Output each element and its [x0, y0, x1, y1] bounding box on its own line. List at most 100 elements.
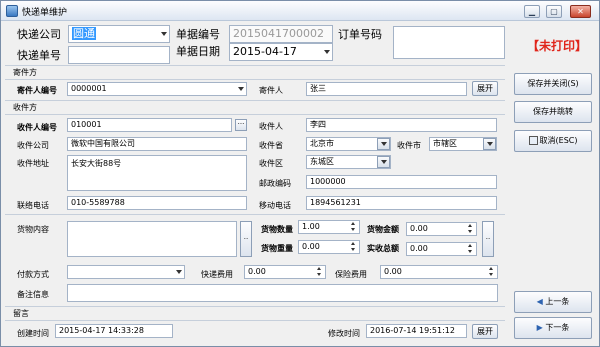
chevron-down-icon [381, 160, 387, 164]
remark-field[interactable] [67, 284, 498, 302]
payment-label: 付款方式 [17, 270, 49, 279]
doc-no-field: 2015041700002 [229, 25, 333, 43]
receiver-district-select[interactable]: 东城区 [306, 155, 391, 169]
receiver-province-value: 北京市 [310, 139, 334, 148]
sender-expand-button[interactable]: 展开 [472, 81, 498, 96]
sender-label: 寄件人 [259, 86, 283, 95]
receiver-no-label: 收件人编号 [17, 123, 57, 132]
goods-qty-value: 1.00 [302, 222, 320, 231]
cancel-button[interactable]: 取消(ESC) [514, 130, 592, 152]
district-dropdown-button[interactable] [377, 156, 390, 168]
message-expand-button[interactable]: 展开 [472, 324, 498, 339]
province-dropdown-button[interactable] [377, 138, 390, 150]
courier-company-value: 圆通 [72, 27, 96, 40]
actual-total-spinner[interactable]: 0.00 [406, 242, 477, 256]
goods-weight-value: 0.00 [302, 242, 320, 251]
goods-weight-spinner[interactable]: 0.00 [298, 240, 360, 254]
sender-field[interactable]: 张三 [306, 82, 467, 96]
modified-time-field: 2016-07-14 19:51:12 [366, 324, 467, 338]
chevron-down-icon [324, 50, 330, 54]
sender-no-select[interactable]: 0000001 [67, 82, 247, 96]
message-section-label: 留言 [13, 309, 29, 318]
created-time-label: 创建时间 [17, 329, 49, 338]
divider [5, 214, 505, 215]
receiver-address-label: 收件地址 [17, 159, 49, 168]
print-status-badge: 【未打印】 [527, 39, 588, 53]
order-no-field[interactable] [393, 26, 505, 59]
goods-content-field[interactable] [67, 221, 237, 257]
spinner-arrows-icon[interactable] [487, 266, 496, 278]
divider [5, 79, 505, 80]
save-jump-button[interactable]: 保存并跳转 [514, 101, 592, 123]
sender-no-label: 寄件人编号 [17, 86, 57, 95]
title-bar[interactable]: 快递单维护 ▁ ▢ ✕ [1, 1, 599, 21]
receiver-district-value: 东城区 [310, 157, 334, 166]
receiver-section-label: 收件方 [13, 103, 37, 112]
goods-amount-spinner[interactable]: 0.00 [406, 222, 477, 236]
receiver-city-value: 市辖区 [433, 139, 457, 148]
receiver-phone-label: 联络电话 [17, 201, 49, 210]
goods-amount-label: 货物金额 [367, 225, 399, 234]
receiver-city-select[interactable]: 市辖区 [429, 137, 497, 151]
goods-amount-value: 0.00 [410, 224, 428, 233]
receiver-province-select[interactable]: 北京市 [306, 137, 391, 151]
prev-record-label: 上一条 [545, 297, 570, 306]
actual-total-value: 0.00 [410, 244, 428, 253]
minimize-button[interactable]: ▁ [524, 5, 540, 18]
created-time-field: 2015-04-17 14:33:28 [55, 324, 173, 338]
spinner-arrows-icon[interactable] [466, 223, 475, 235]
arrow-left-icon: ◀ [536, 297, 543, 306]
spinner-arrows-icon[interactable] [349, 221, 358, 233]
divider [5, 100, 505, 101]
receiver-mobile-field[interactable]: 1894561231 [306, 196, 497, 210]
receiver-company-field[interactable]: 微软中国有限公司 [67, 137, 247, 151]
divider [5, 320, 505, 321]
city-dropdown-button[interactable] [483, 138, 496, 150]
receiver-postcode-field[interactable]: 1000000 [306, 175, 497, 189]
receiver-district-label: 收件区 [259, 159, 283, 168]
insurance-spinner[interactable]: 0.00 [380, 265, 498, 279]
fee-spinner[interactable]: 0.00 [244, 265, 326, 279]
payment-select[interactable] [67, 265, 185, 279]
receiver-lookup-button[interactable]: ··· [235, 119, 247, 131]
next-record-button[interactable]: ▶ 下一条 [514, 317, 592, 339]
doc-date-picker[interactable]: 2015-04-17 [229, 43, 333, 61]
doc-date-label: 单据日期 [176, 45, 220, 58]
close-button[interactable]: ✕ [570, 5, 591, 18]
chevron-down-icon [381, 142, 387, 146]
fee-value: 0.00 [248, 267, 266, 276]
insurance-label: 保险费用 [335, 270, 367, 279]
receiver-mobile-label: 移动电话 [259, 201, 291, 210]
goods-qty-label: 货物数量 [261, 225, 293, 234]
waybill-no-label: 快递单号 [17, 49, 61, 62]
receiver-phone-field[interactable]: 010-5589788 [67, 196, 247, 210]
maximize-button[interactable]: ▢ [546, 5, 562, 18]
receiver-field[interactable]: 李四 [306, 118, 497, 132]
spinner-arrows-icon[interactable] [349, 241, 358, 253]
waybill-no-field[interactable] [68, 46, 170, 64]
goods-content-more-button[interactable]: ·· [240, 221, 252, 257]
prev-record-button[interactable]: ◀ 上一条 [514, 291, 592, 313]
divider [5, 65, 505, 66]
spinner-arrows-icon[interactable] [315, 266, 324, 278]
doc-no-label: 单据编号 [176, 28, 220, 41]
goods-qty-spinner[interactable]: 1.00 [298, 220, 360, 234]
chevron-down-icon [176, 270, 182, 274]
receiver-province-label: 收件省 [259, 141, 283, 150]
next-record-label: 下一条 [545, 323, 570, 332]
receiver-no-field[interactable]: 010001 [67, 118, 232, 132]
modified-time-label: 修改时间 [328, 329, 360, 338]
goods-extra-more-button[interactable]: ·· [482, 221, 494, 257]
save-close-button[interactable]: 保存并关闭(S) [514, 73, 592, 95]
goods-weight-label: 货物重量 [261, 244, 293, 253]
divider [5, 306, 505, 307]
receiver-address-field[interactable]: 长安大街88号 [67, 155, 247, 191]
sender-no-value: 0000001 [71, 84, 107, 93]
window-title: 快递单维护 [22, 8, 68, 18]
chevron-down-icon [487, 142, 493, 146]
spinner-arrows-icon[interactable] [466, 243, 475, 255]
courier-company-select[interactable]: 圆通 [68, 25, 170, 43]
actual-total-label: 实收总额 [367, 244, 399, 253]
receiver-postcode-label: 邮政编码 [259, 179, 291, 188]
receiver-company-label: 收件公司 [17, 141, 49, 150]
